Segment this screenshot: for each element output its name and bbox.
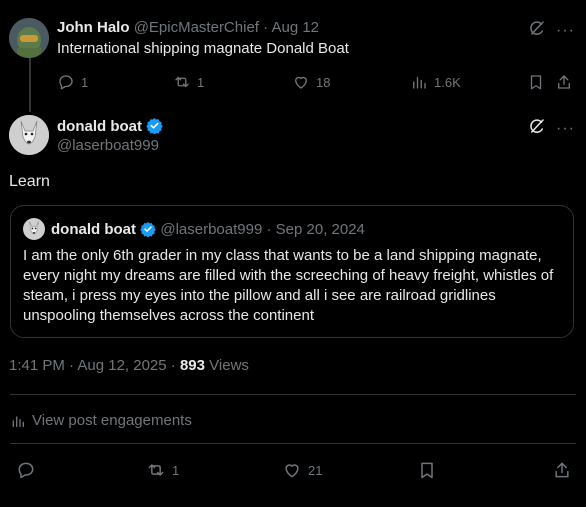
reply-icon <box>18 462 34 479</box>
reply-to-repost-count: 1 <box>197 74 205 90</box>
quoted-author-name: donald boat <box>51 221 136 238</box>
post-meta-row: 1:41 PM · Aug 12, 2025 · 893 Views <box>9 357 249 374</box>
main-more-options-icon[interactable]: ··· <box>556 120 575 138</box>
reply-to-separator: · <box>263 19 269 36</box>
reply-to-reply-count: 1 <box>81 74 89 90</box>
quoted-header: donald boat @laserboat999 · Sep 20, 2024 <box>51 221 365 238</box>
main-share-button[interactable] <box>552 460 572 480</box>
repost-icon <box>175 76 189 88</box>
heart-icon <box>295 76 307 89</box>
divider-top <box>10 394 576 395</box>
bookmark-icon <box>530 75 542 90</box>
reply-to-bookmark-button[interactable] <box>527 73 545 91</box>
divider-bottom <box>10 443 576 444</box>
main-author-name[interactable]: donald boat <box>57 118 142 135</box>
share-icon <box>555 462 569 478</box>
grok-icon[interactable] <box>528 19 546 42</box>
dog-avatar-icon <box>23 218 45 240</box>
reply-to-text: International shipping magnate Donald Bo… <box>57 40 349 57</box>
verified-badge-icon <box>140 222 156 237</box>
reply-icon <box>59 75 73 90</box>
main-repost-count: 1 <box>172 462 180 478</box>
main-author-row: donald boat <box>57 117 163 135</box>
quoted-date: Sep 20, 2024 <box>275 221 365 238</box>
main-handle[interactable]: @laserboat999 <box>57 137 159 154</box>
post-views-count: 893 <box>179 357 205 374</box>
views-chart-icon <box>413 76 426 89</box>
reply-to-like-count: 18 <box>316 74 331 90</box>
quoted-avatar <box>23 218 45 240</box>
reply-to-date[interactable]: Aug 12 <box>271 19 319 36</box>
avatar-john-halo[interactable] <box>9 18 49 58</box>
quoted-handle: @laserboat999 <box>160 221 263 238</box>
thread-connector-line <box>29 58 31 112</box>
master-chief-avatar-icon <box>9 18 49 58</box>
view-engagements-link[interactable]: View post engagements <box>10 412 192 429</box>
reply-to-share-button[interactable] <box>555 73 573 91</box>
main-bookmark-button[interactable] <box>417 460 437 480</box>
reply-to-like-button[interactable]: 18 <box>292 73 330 91</box>
reply-to-repost-button[interactable]: 1 <box>173 73 204 91</box>
main-reply-button[interactable] <box>16 460 36 480</box>
view-engagements-label: View post engagements <box>32 412 192 429</box>
main-like-button[interactable]: 21 <box>282 460 322 480</box>
dog-avatar-icon <box>9 115 49 155</box>
more-options-icon[interactable]: ··· <box>556 22 575 40</box>
reply-to-handle[interactable]: @EpicMasterChief <box>134 19 259 36</box>
post-timestamp[interactable]: 1:41 PM · Aug 12, 2025 · <box>9 357 176 374</box>
repost-icon <box>148 464 164 476</box>
avatar-donald-boat[interactable] <box>9 115 49 155</box>
quoted-text: I am the only 6th grader in my class tha… <box>23 247 554 324</box>
main-like-count: 21 <box>308 462 323 478</box>
reply-to-author-name[interactable]: John Halo <box>57 19 130 36</box>
reply-to-views-button[interactable]: 1.6K <box>410 73 461 91</box>
reply-to-views-count: 1.6K <box>434 74 461 90</box>
reply-to-reply-button[interactable]: 1 <box>57 73 88 91</box>
reply-to-header: John Halo @EpicMasterChief · Aug 12 <box>57 19 319 36</box>
quoted-post-card[interactable]: donald boat @laserboat999 · Sep 20, 2024… <box>10 205 574 338</box>
quoted-separator: · <box>266 221 272 238</box>
verified-badge-icon <box>146 118 163 134</box>
main-post-text: Learn <box>9 173 50 190</box>
post-views-label: Views <box>209 357 249 374</box>
main-repost-button[interactable]: 1 <box>146 460 179 480</box>
share-icon <box>558 75 570 89</box>
heart-icon <box>285 464 299 478</box>
bookmark-icon <box>421 462 433 479</box>
analytics-icon <box>12 415 24 427</box>
main-grok-icon[interactable] <box>528 117 546 140</box>
